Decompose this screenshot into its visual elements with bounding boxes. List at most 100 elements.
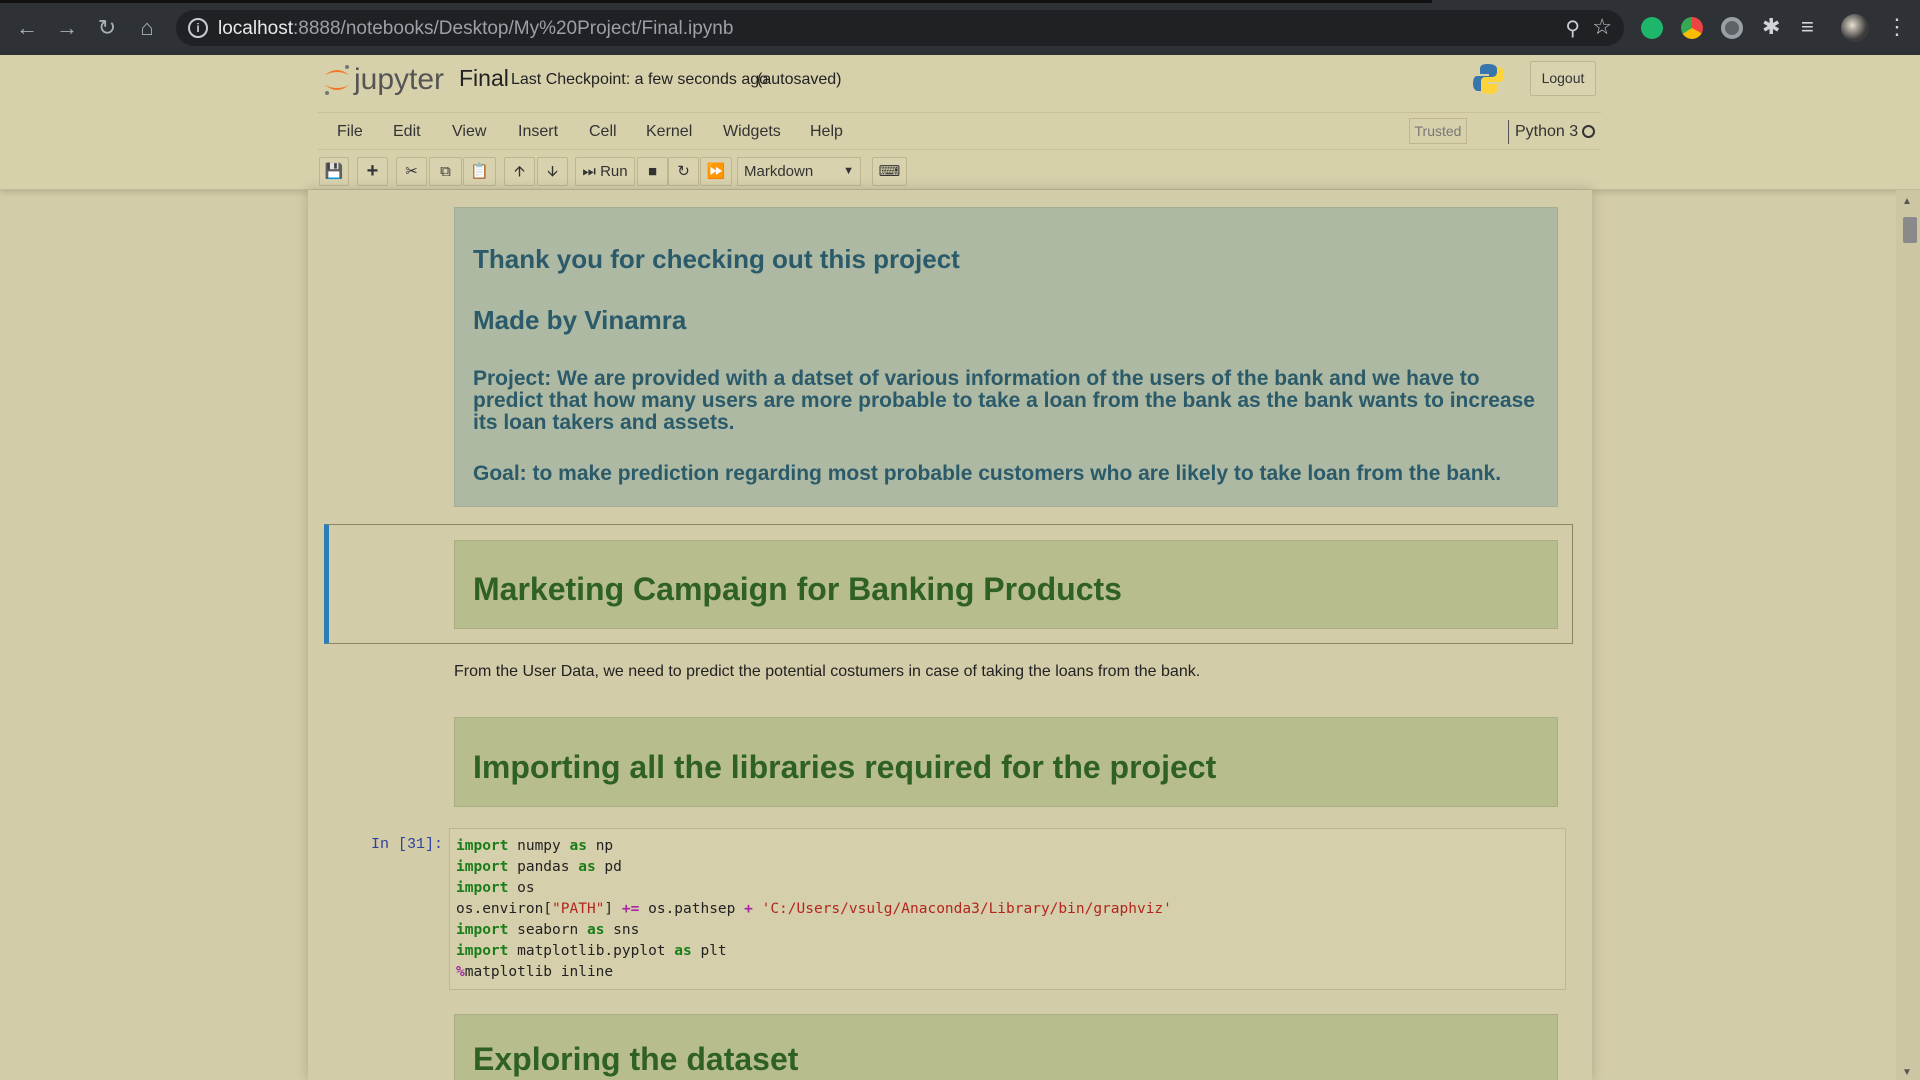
code-token: matplotlib inline	[464, 964, 614, 980]
reload-icon[interactable]: ↻	[93, 14, 121, 42]
thanks-heading: Thank you for checking out this project	[473, 244, 960, 274]
scroll-down-icon[interactable]: ▼	[1902, 1067, 1912, 1078]
save-icon[interactable]: 💾	[319, 157, 349, 186]
extensions-puzzle-icon[interactable]: ✱	[1762, 14, 1780, 40]
scroll-up-icon[interactable]: ▲	[1902, 196, 1912, 207]
code-token: seaborn	[508, 922, 587, 938]
code-token: sns	[604, 922, 640, 938]
run-label: Run	[600, 163, 628, 180]
autosave-status: (autosaved)	[757, 71, 842, 88]
tab-strip-edge	[0, 0, 1432, 3]
code-kw: import	[456, 838, 509, 854]
importing-heading: Importing all the libraries required for…	[473, 749, 1217, 785]
arrow-left-icon[interactable]: ←	[13, 14, 41, 42]
restart-run-all-icon[interactable]: ⏩	[700, 157, 732, 186]
code-token: pandas	[508, 859, 579, 875]
jupyter-logo-icon[interactable]	[322, 63, 352, 97]
code-token: os.pathsep	[639, 901, 745, 917]
page-scrollbar[interactable]: ▲ ▼	[1896, 190, 1920, 1080]
interrupt-icon[interactable]: ■	[637, 157, 668, 186]
code-kw: as	[578, 859, 596, 875]
checkpoint-status: Last Checkpoint: a few seconds ago	[511, 71, 769, 88]
code-kw: import	[456, 880, 509, 896]
jupyter-logo-text[interactable]: jupyter	[354, 63, 444, 97]
chrome-extension-icon[interactable]	[1681, 17, 1703, 39]
kernel-name[interactable]: Python 3	[1515, 123, 1578, 141]
paste-icon[interactable]: 📋	[463, 157, 496, 186]
menu-file[interactable]: File	[337, 123, 363, 141]
site-info-icon[interactable]: i	[188, 18, 208, 38]
code-token: plt	[691, 943, 727, 959]
code-kw: as	[586, 922, 605, 938]
code-token: np	[586, 838, 614, 854]
menu-help[interactable]: Help	[810, 123, 843, 141]
chevron-down-icon: ▼	[843, 165, 854, 177]
notebook-name[interactable]: Final	[459, 65, 509, 92]
exploring-heading: Exploring the dataset	[473, 1041, 799, 1077]
exploring-heading-cell[interactable]: Exploring the dataset	[454, 1014, 1558, 1080]
menu-cell[interactable]: Cell	[589, 123, 617, 141]
bookmark-star-icon[interactable]: ☆	[1592, 14, 1612, 40]
arrow-right-icon[interactable]: →	[53, 14, 81, 42]
profile-avatar[interactable]	[1841, 14, 1869, 42]
move-down-icon[interactable]: 🡫	[537, 157, 568, 186]
scrollbar-thumb[interactable]	[1903, 217, 1917, 243]
cell-prompt: In [31]:	[371, 836, 444, 853]
code-token: ]	[604, 901, 622, 917]
code-kw: import	[456, 922, 509, 938]
kernel-separator	[1508, 120, 1509, 144]
code-string: "PATH"	[552, 901, 605, 917]
importing-heading-cell[interactable]: Importing all the libraries required for…	[454, 717, 1558, 807]
copy-icon[interactable]: ⧉	[429, 157, 462, 186]
menu-widgets[interactable]: Widgets	[723, 123, 781, 141]
code-cell-editor[interactable]: import numpy as np import pandas as pd i…	[449, 828, 1566, 990]
thanks-markdown-cell[interactable]: Thank you for checking out this project …	[454, 207, 1558, 507]
code-token: os.environ[	[456, 901, 553, 917]
url-host: localhost	[218, 18, 293, 39]
menu-edit[interactable]: Edit	[393, 123, 421, 141]
run-button[interactable]: ⏭ Run	[575, 157, 635, 186]
code-kw: as	[674, 943, 692, 959]
goal-text: Goal: to make prediction regarding most …	[473, 462, 1502, 485]
grammarly-extension-icon[interactable]	[1641, 17, 1663, 39]
browser-menu-icon[interactable]: ⋮	[1886, 14, 1908, 40]
address-bar[interactable]: i localhost:8888/notebooks/Desktop/My%20…	[176, 10, 1624, 46]
run-icon: ⏭	[582, 163, 596, 180]
url-path: :8888/notebooks/Desktop/My%20Project/Fin…	[293, 18, 734, 39]
code-operator: +=	[621, 901, 640, 917]
move-up-icon[interactable]: 🡩	[504, 157, 535, 186]
trusted-indicator[interactable]: Trusted	[1409, 118, 1467, 144]
cell-type-select[interactable]: Markdown ▼	[737, 157, 861, 186]
project-description: Project: We are provided with a datset o…	[473, 367, 1535, 434]
cell-type-value: Markdown	[744, 163, 814, 180]
url-text[interactable]: localhost:8888/notebooks/Desktop/My%20Pr…	[218, 18, 733, 40]
menu-bar: File Edit View Insert Cell Kernel Widget…	[318, 112, 1601, 150]
media-queue-icon[interactable]: ≡	[1801, 14, 1814, 40]
menu-insert[interactable]: Insert	[518, 123, 558, 141]
code-kw: import	[456, 943, 509, 959]
record-extension-icon[interactable]	[1721, 17, 1743, 39]
code-token: numpy	[508, 838, 570, 854]
code-string: 'C:/Users/vsulg/Anaconda3/Library/bin/gr…	[761, 901, 1172, 917]
code-operator: %	[456, 964, 465, 980]
code-kw: as	[569, 838, 587, 854]
restart-icon[interactable]: ↻	[668, 157, 699, 186]
menu-kernel[interactable]: Kernel	[646, 123, 692, 141]
menu-view[interactable]: View	[452, 123, 486, 141]
keyboard-icon[interactable]: ⌨	[872, 157, 907, 186]
logout-button[interactable]: Logout	[1530, 61, 1596, 96]
code-token: os	[508, 880, 535, 896]
zoom-icon[interactable]: ⚲	[1565, 16, 1580, 41]
notebook-container: Thank you for checking out this project …	[308, 190, 1592, 1080]
code-kw: import	[456, 859, 509, 875]
marketing-heading-cell[interactable]: Marketing Campaign for Banking Products	[454, 540, 1558, 629]
marketing-heading: Marketing Campaign for Banking Products	[473, 571, 1122, 607]
add-cell-icon[interactable]: +	[357, 157, 388, 186]
kernel-idle-indicator	[1582, 125, 1595, 138]
jupyter-header: jupyter Final Last Checkpoint: a few sec…	[0, 55, 1920, 190]
cut-icon[interactable]: ✂	[396, 157, 427, 186]
home-icon[interactable]: ⌂	[133, 14, 161, 42]
browser-toolbar: ← → ↻ ⌂ i localhost:8888/notebooks/Deskt…	[0, 0, 1920, 55]
python-logo-icon	[1473, 64, 1504, 94]
